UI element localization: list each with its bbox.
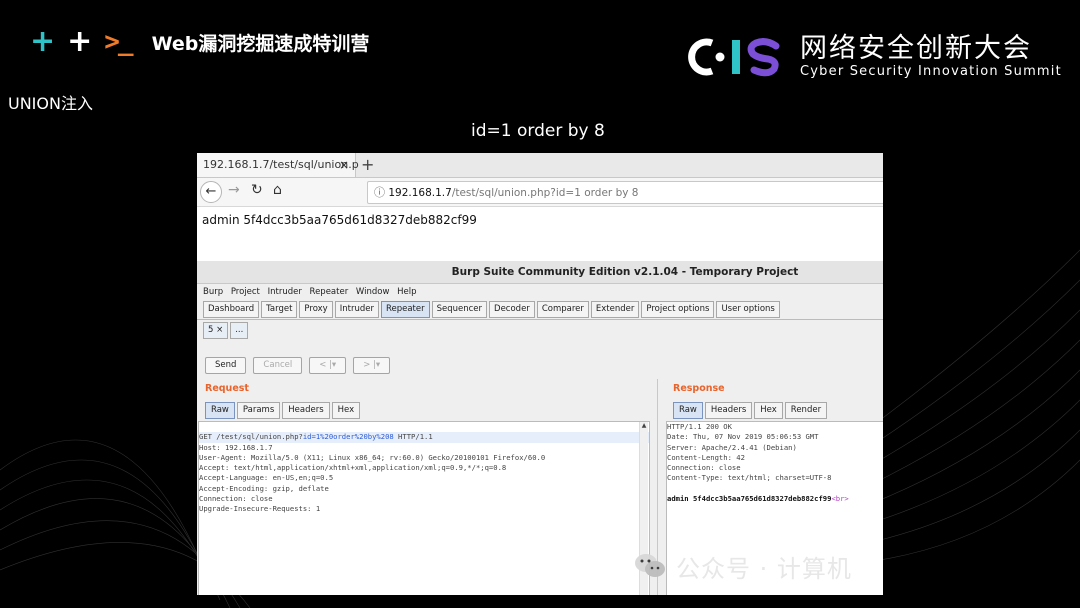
wechat-icon: [635, 554, 665, 577]
menu-item-repeater[interactable]: Repeater: [310, 287, 349, 297]
request-header-line: Connection: close: [199, 494, 273, 504]
tab-user-options[interactable]: User options: [716, 301, 780, 318]
history-back-button[interactable]: < |▾: [309, 357, 347, 374]
back-arrow-icon[interactable]: ←: [200, 181, 222, 203]
response-body: admin 5f4dcc3b5aa765d61d8327deb882cf99: [667, 494, 832, 504]
watermark-text: 公众号 · 计算机: [676, 554, 852, 583]
request-tab-raw[interactable]: Raw: [205, 402, 235, 419]
forward-arrow-icon[interactable]: →: [228, 182, 240, 198]
repeater-sub-tabs: 5 × ...: [197, 320, 883, 342]
menu-item-window[interactable]: Window: [356, 287, 390, 297]
page-output: admin 5f4dcc3b5aa765d61d8327deb882cf99: [202, 213, 477, 227]
tab-sequencer[interactable]: Sequencer: [431, 301, 488, 318]
request-tab-hex[interactable]: Hex: [331, 402, 361, 419]
tab-dashboard[interactable]: Dashboard: [203, 301, 260, 318]
request-header-line: Accept: text/html,application/xhtml+xml,…: [199, 463, 507, 473]
course-title: Web漏洞挖掘速成特训营: [151, 32, 370, 55]
slide-subtitle: UNION注入: [8, 94, 93, 113]
response-line: Connection: close: [667, 463, 741, 473]
tab-repeater[interactable]: Repeater: [380, 301, 430, 318]
browser-tab[interactable]: 192.168.1.7/test/sql/union.p ×: [197, 153, 359, 177]
response-body-tag: <br>: [831, 494, 849, 504]
send-button[interactable]: Send: [205, 357, 247, 374]
url-path: /test/sql/union.php?id=1 order by 8: [451, 187, 639, 199]
browser-tab-title: 192.168.1.7/test/sql/union.p: [203, 158, 359, 171]
url-host: 192.168.1.7: [388, 187, 452, 199]
watermark: 公众号 · 计算机: [632, 548, 852, 584]
request-header-line: User-Agent: Mozilla/5.0 (X11; Linux x86_…: [199, 452, 546, 462]
burp-title: Burp Suite Community Edition v2.1.04 - T…: [197, 261, 883, 284]
reload-icon[interactable]: ↻: [251, 182, 263, 198]
scroll-up-icon[interactable]: ▲: [640, 422, 648, 429]
request-header-line: Host: 192.168.1.7: [199, 442, 273, 452]
menu-item-help[interactable]: Help: [397, 287, 416, 297]
request-method-path: GET /test/sql/union.php?: [199, 432, 303, 442]
menu-item-intruder[interactable]: Intruder: [268, 287, 302, 297]
menu-item-project[interactable]: Project: [231, 287, 260, 297]
slide-header: + + >_ Web漏洞挖掘速成特训营: [30, 24, 369, 60]
response-line: Content-Length: 42: [667, 452, 745, 462]
response-tab-hex[interactable]: Hex: [754, 402, 783, 419]
response-tab-render[interactable]: Render: [784, 402, 828, 419]
plus-white-icon: +: [67, 24, 93, 59]
history-forward-button[interactable]: > |▾: [353, 357, 391, 374]
url-bar[interactable]: ⓘ 192.168.1.7/test/sql/union.php?id=1 or…: [367, 181, 883, 204]
terminal-prompt-icon: >_: [104, 27, 133, 57]
cis-logo-mark: [688, 38, 780, 77]
response-heading: Response: [673, 383, 725, 394]
repeater-tab-more[interactable]: ...: [230, 322, 249, 339]
burp-window: Burp Suite Community Edition v2.1.04 - T…: [197, 261, 883, 595]
request-tabs: Raw Params Headers Hex: [205, 402, 362, 419]
browser-tab-bar: 192.168.1.7/test/sql/union.p × +: [197, 153, 883, 178]
info-icon[interactable]: ⓘ: [374, 186, 385, 199]
plus-teal-icon: +: [30, 24, 56, 59]
logo-english-name: Cyber Security Innovation Summit: [800, 64, 1062, 79]
response-line: Date: Thu, 07 Nov 2019 05:06:53 GMT: [667, 432, 819, 442]
cis-logo: 网络安全创新大会 Cyber Security Innovation Summi…: [686, 34, 1062, 80]
screenshot-caption: id=1 order by 8: [471, 121, 605, 141]
request-header-line: Accept-Encoding: gzip, deflate: [199, 483, 329, 493]
tab-extender[interactable]: Extender: [590, 301, 640, 318]
request-heading: Request: [205, 383, 249, 394]
response-line: HTTP/1.1 200 OK: [667, 422, 732, 431]
response-line: Content-Type: text/html; charset=UTF-8: [667, 473, 832, 483]
repeater-tab-5[interactable]: 5 ×: [203, 322, 229, 339]
repeater-buttons: Send Cancel < |▾ > |▾: [205, 357, 397, 374]
request-editor[interactable]: GET /test/sql/union.php?id=1%20order%20b…: [198, 421, 650, 595]
response-tabs: Raw Headers Hex Render: [673, 402, 829, 419]
request-line: GET /test/sql/union.php?id=1%20order%20b…: [199, 432, 649, 443]
request-tab-params[interactable]: Params: [236, 402, 281, 419]
embedded-screenshot: 192.168.1.7/test/sql/union.p × + ← → ↻ ⌂…: [197, 153, 883, 595]
response-tab-headers[interactable]: Headers: [704, 402, 753, 419]
request-tab-headers[interactable]: Headers: [282, 402, 330, 419]
tab-project-options[interactable]: Project options: [641, 301, 715, 318]
tab-proxy[interactable]: Proxy: [299, 301, 333, 318]
new-tab-icon[interactable]: +: [361, 153, 374, 177]
request-param: id=1%20order%20by%208: [302, 432, 394, 442]
tab-target[interactable]: Target: [261, 301, 298, 318]
tab-decoder[interactable]: Decoder: [489, 301, 535, 318]
menu-item-burp[interactable]: Burp: [203, 287, 223, 297]
close-icon[interactable]: ×: [339, 153, 349, 177]
request-protocol: HTTP/1.1: [393, 432, 433, 442]
cancel-button[interactable]: Cancel: [253, 357, 303, 374]
request-header-line: Upgrade-Insecure-Requests: 1: [199, 504, 321, 514]
burp-main-tabs: Dashboard Target Proxy Intruder Repeater…: [197, 300, 883, 320]
response-tab-raw[interactable]: Raw: [673, 402, 703, 419]
response-line: Server: Apache/2.4.41 (Debian): [667, 442, 797, 452]
browser-nav-bar: ← → ↻ ⌂ ⓘ 192.168.1.7/test/sql/union.php…: [197, 178, 883, 207]
tab-intruder[interactable]: Intruder: [334, 301, 379, 318]
home-icon[interactable]: ⌂: [273, 182, 282, 198]
logo-chinese-name: 网络安全创新大会: [800, 33, 1032, 64]
burp-menu-bar: Burp Project Intruder Repeater Window He…: [197, 284, 883, 300]
request-header-line: Accept-Language: en-US,en;q=0.5: [199, 473, 334, 483]
tab-comparer[interactable]: Comparer: [536, 301, 589, 318]
